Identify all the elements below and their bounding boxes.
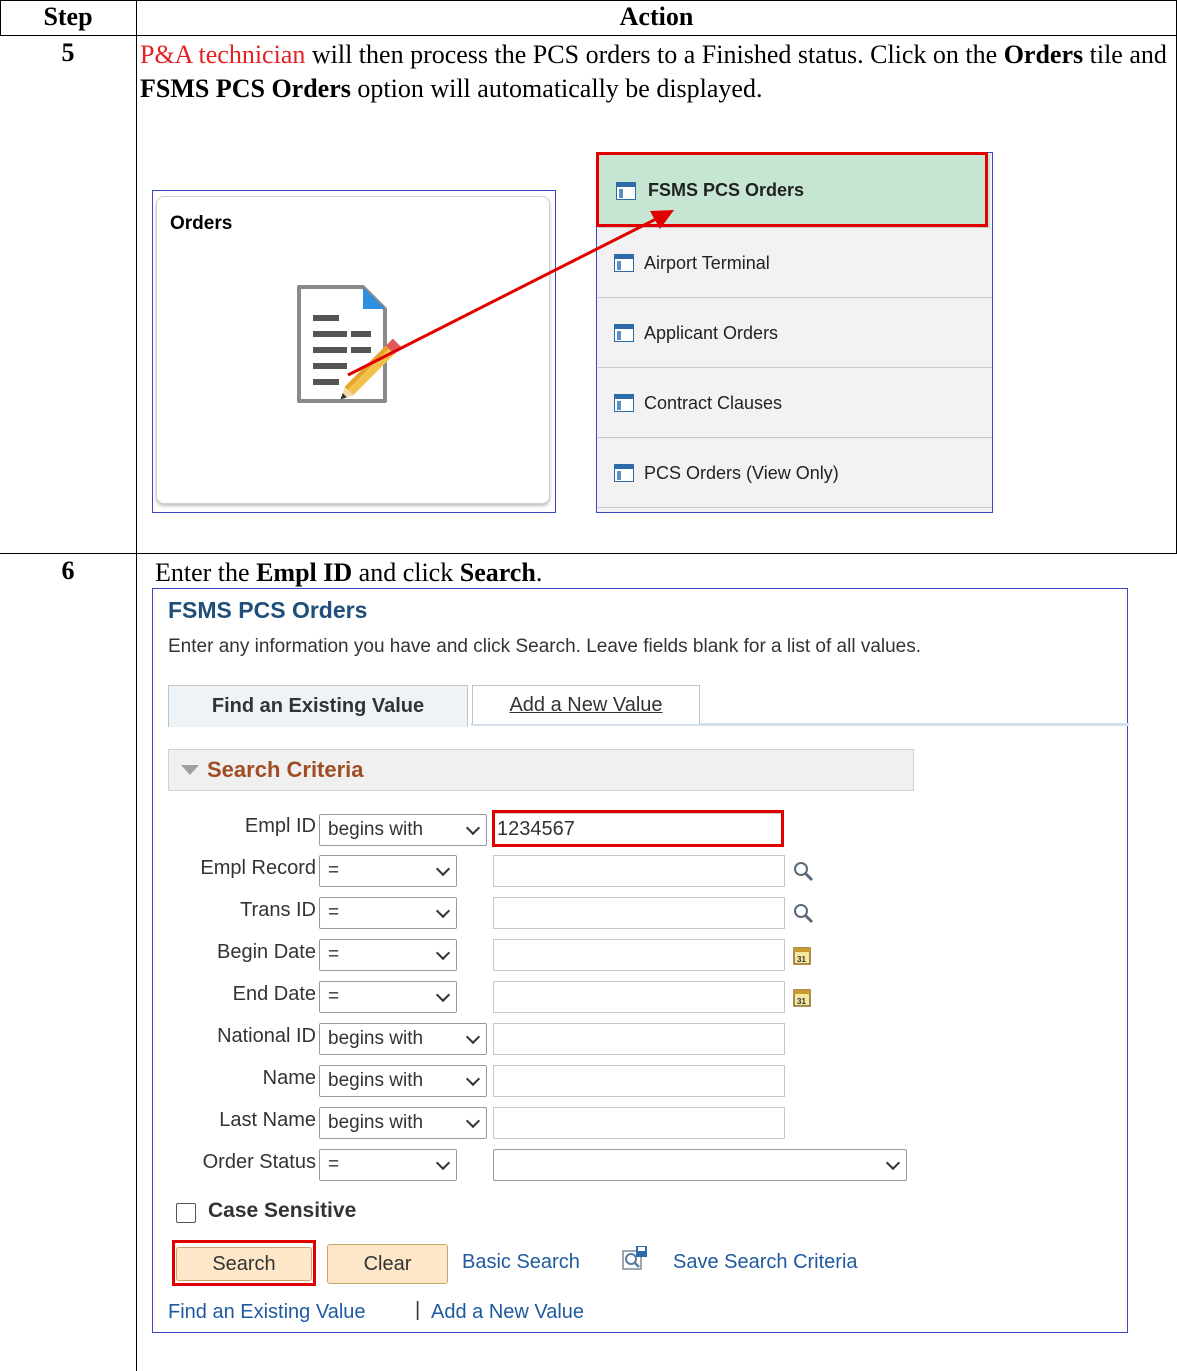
chevron-down-icon [435, 903, 451, 919]
footer-separator: | [415, 1299, 421, 1321]
save-search-criteria-link[interactable]: Save Search Criteria [673, 1251, 858, 1274]
operator-select-order-status[interactable]: = [319, 1149, 457, 1181]
operator-select-national-id[interactable]: begins with [319, 1023, 487, 1055]
orders-tile-screenshot: Orders [152, 190, 556, 513]
page-icon [614, 254, 634, 272]
step-instruction: P&A technician will then process the PCS… [140, 40, 1167, 103]
footer-find-existing-value-link[interactable]: Find an Existing Value [168, 1301, 366, 1324]
menu-item-label: Contract Clauses [644, 392, 783, 413]
header-action: Action [619, 2, 694, 31]
chevron-down-icon [465, 820, 481, 836]
lookup-icon[interactable] [793, 903, 815, 925]
svg-text:31: 31 [797, 955, 806, 964]
menu-item-label: Applicant Orders [644, 322, 779, 343]
menu-item-label: PCS Orders (View Only) [644, 462, 839, 483]
role-text: P&A technician [140, 40, 306, 69]
page-icon [614, 464, 634, 482]
operator-select-begin-date[interactable]: = [319, 939, 457, 971]
field-label-trans-id: Trans ID [240, 899, 316, 921]
chevron-down-icon [465, 1071, 481, 1087]
menu-item-applicant-orders[interactable]: Applicant Orders [598, 299, 992, 368]
field-label-empl-record: Empl Record [200, 857, 316, 879]
input-end-date[interactable] [493, 981, 785, 1013]
chevron-down-icon [435, 987, 451, 1003]
menu-item-airport-terminal[interactable]: Airport Terminal [598, 229, 992, 298]
header-step: Step [43, 2, 93, 31]
chevron-down-icon [435, 1155, 451, 1171]
input-national-id[interactable] [493, 1023, 785, 1055]
basic-search-link[interactable]: Basic Search [462, 1251, 580, 1274]
tab-add-new-value[interactable]: Add a New Value [472, 685, 700, 724]
operator-select-trans-id[interactable]: = [319, 897, 457, 929]
menu-item-pcs-orders-view-only[interactable]: PCS Orders (View Only) [598, 439, 992, 508]
input-last-name[interactable] [493, 1107, 785, 1139]
chevron-down-icon [885, 1155, 901, 1171]
input-trans-id[interactable] [493, 897, 785, 929]
chevron-down-icon [465, 1029, 481, 1045]
operator-select-end-date[interactable]: = [319, 981, 457, 1013]
input-begin-date[interactable] [493, 939, 785, 971]
orders-document-icon [297, 285, 402, 403]
input-empl-record[interactable] [493, 855, 785, 887]
field-label-begin-date: Begin Date [217, 941, 316, 963]
menu-item-contract-clauses[interactable]: Contract Clauses [598, 369, 992, 438]
field-label-last-name: Last Name [219, 1109, 316, 1131]
highlight-empl-id [492, 810, 784, 847]
chevron-down-icon [435, 945, 451, 961]
highlight-search-button [172, 1240, 316, 1286]
step-number: 6 [61, 556, 75, 585]
orders-tile[interactable]: Orders [156, 196, 550, 504]
field-label-end-date: End Date [232, 983, 316, 1005]
search-criteria-header[interactable]: Search Criteria [168, 749, 914, 791]
page-title: FSMS PCS Orders [168, 597, 368, 623]
footer-add-new-value-link[interactable]: Add a New Value [431, 1301, 584, 1324]
chevron-down-icon [435, 861, 451, 877]
case-sensitive-label: Case Sensitive [208, 1199, 357, 1222]
operator-select-last-name[interactable]: begins with [319, 1107, 487, 1139]
field-label-order-status: Order Status [202, 1151, 316, 1173]
lookup-icon[interactable] [793, 861, 815, 883]
table-border-top [0, 0, 1177, 1]
step-number: 5 [61, 38, 75, 67]
operator-select-name[interactable]: begins with [319, 1065, 487, 1097]
collapse-triangle-icon [181, 765, 199, 775]
operator-select-empl-record[interactable]: = [319, 855, 457, 887]
input-name[interactable] [493, 1065, 785, 1097]
tab-find-existing-value[interactable]: Find an Existing Value [168, 685, 468, 727]
save-search-icon[interactable] [621, 1245, 649, 1273]
highlight-fsms-pcs-orders [596, 152, 988, 227]
clear-button[interactable]: Clear [327, 1244, 448, 1284]
search-panel-screenshot: FSMS PCS Orders Enter any information yo… [152, 588, 1129, 1333]
table-header-divider [0, 35, 1177, 36]
field-label-name: Name [262, 1067, 316, 1089]
calendar-icon[interactable]: 31 [793, 945, 811, 965]
table-column-divider [136, 0, 137, 1371]
field-label-empl-id: Empl ID [244, 815, 316, 837]
table-row-divider [0, 553, 1177, 554]
operator-select-empl-id[interactable]: begins with [319, 814, 487, 846]
tile-title: Orders [170, 213, 233, 234]
menu-item-label: Airport Terminal [644, 252, 770, 273]
case-sensitive-checkbox[interactable] [176, 1203, 196, 1223]
calendar-icon[interactable]: 31 [793, 987, 811, 1007]
page-instructions: Enter any information you have and click… [168, 636, 922, 657]
page-icon [614, 324, 634, 342]
chevron-down-icon [465, 1113, 481, 1129]
search-criteria-label: Search Criteria [207, 757, 364, 782]
step-instruction: Enter the Empl ID and click Search. [155, 558, 543, 587]
field-label-national-id: National ID [217, 1025, 316, 1047]
select-order-status[interactable] [493, 1149, 907, 1181]
svg-text:31: 31 [797, 997, 806, 1006]
page-icon [614, 394, 634, 412]
